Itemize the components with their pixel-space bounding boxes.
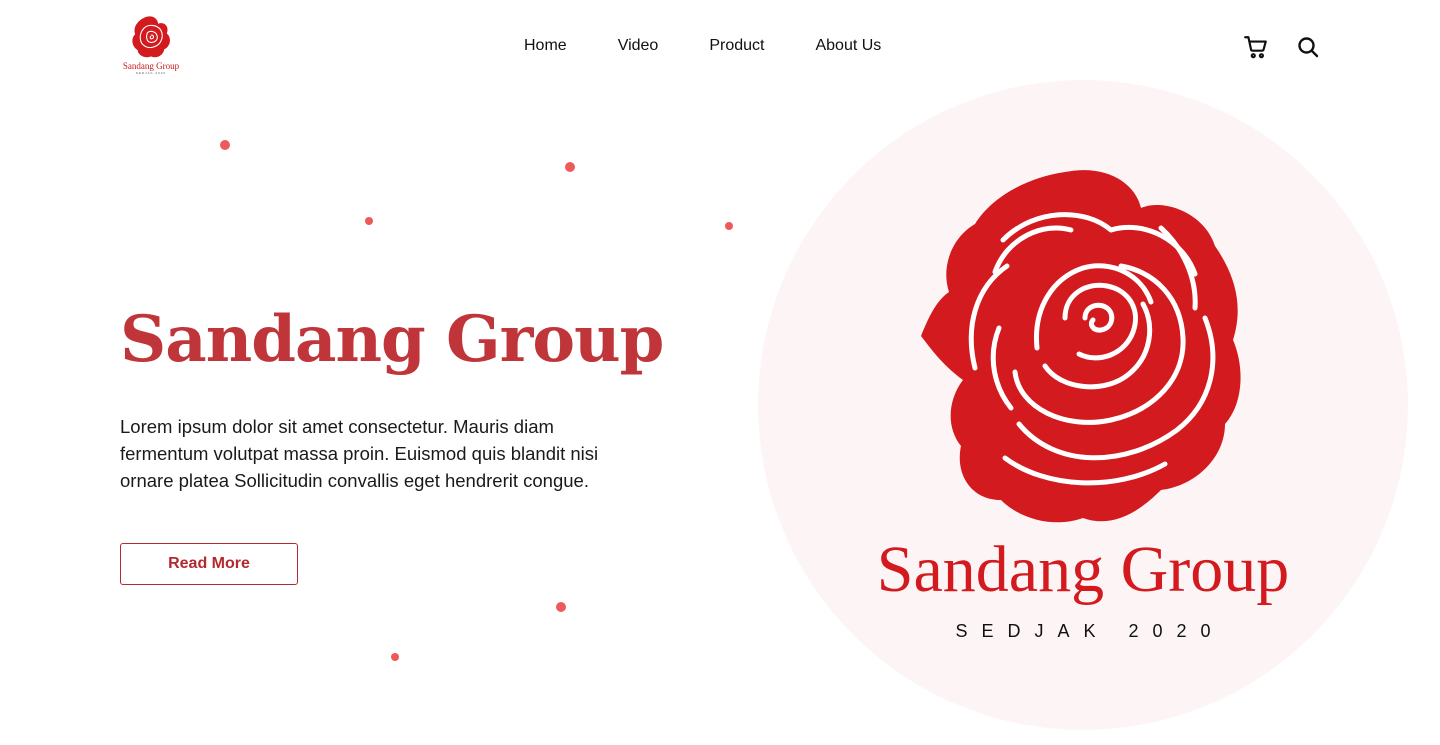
cart-button[interactable] [1243, 34, 1269, 60]
shopping-cart-icon [1244, 36, 1267, 59]
hero-description: Lorem ipsum dolor sit amet consectetur. … [120, 416, 599, 491]
hero-title: Sandang Group [120, 302, 664, 377]
rose-icon [132, 16, 170, 58]
logo[interactable]: Sandang Group SEDJAK 2020 [120, 14, 182, 78]
nav-video[interactable]: Video [618, 36, 659, 56]
read-more-button[interactable]: Read More [120, 543, 298, 585]
decorative-dot [565, 162, 575, 172]
brand-tagline: SEDJAK 2020 [955, 621, 1225, 641]
decorative-dot [725, 222, 733, 230]
decorative-dot [220, 140, 230, 150]
search-icon [1298, 37, 1319, 58]
nav-about-us[interactable]: About Us [815, 36, 881, 56]
logo-text: Sandang Group [122, 61, 180, 71]
decorative-dot [556, 602, 566, 612]
logo-tagline: SEDJAK 2020 [135, 71, 167, 75]
decorative-dot [391, 653, 399, 661]
brand-name: Sandang Group [876, 533, 1290, 606]
nav-product[interactable]: Product [709, 36, 764, 56]
nav-home[interactable]: Home [524, 36, 567, 56]
decorative-dot [365, 217, 373, 225]
search-button[interactable] [1295, 34, 1321, 60]
main-nav: Home Video Product About Us [524, 36, 881, 56]
rose-icon [921, 170, 1241, 523]
